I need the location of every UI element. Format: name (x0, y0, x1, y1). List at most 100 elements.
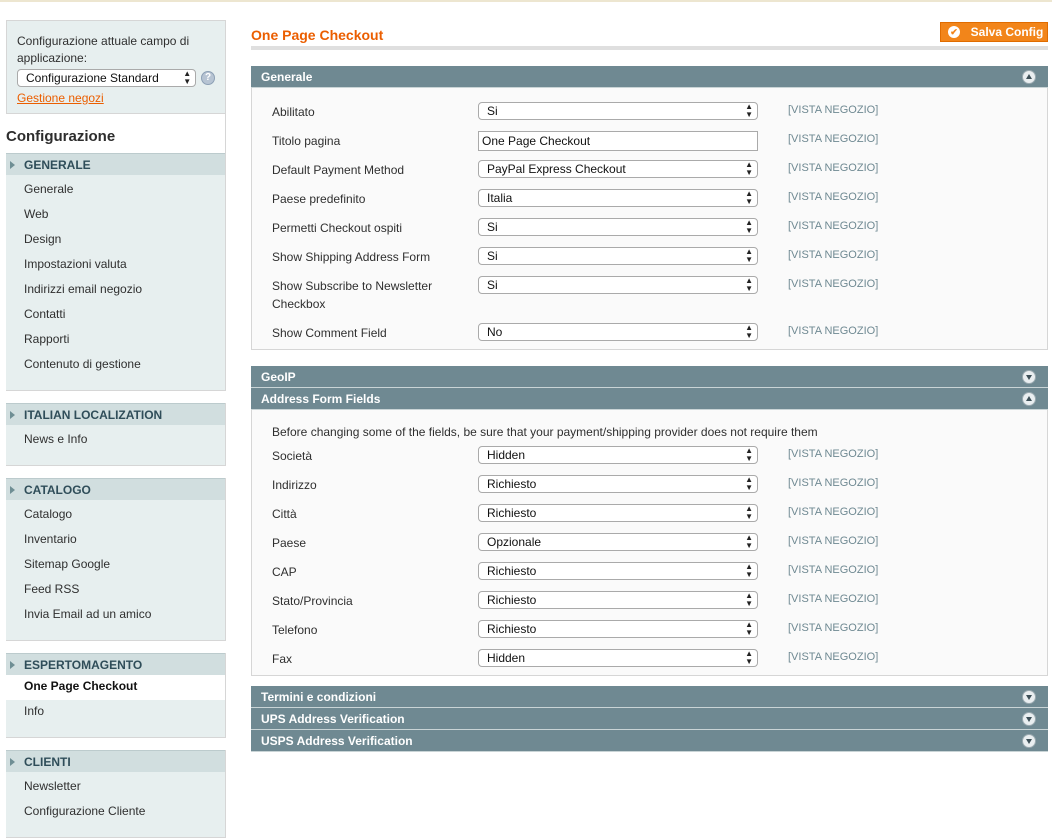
sidebar-item-design[interactable]: Design (6, 228, 225, 253)
field-label: CAP (272, 565, 297, 579)
field-label: Indirizzo (272, 478, 317, 492)
scope-select-value: Configurazione Standard (26, 71, 159, 85)
manage-stores-link[interactable]: Gestione negozi (17, 91, 104, 105)
select-value: Richiesto (487, 506, 537, 520)
sidebar-item-one-page-checkout[interactable]: One Page Checkout (6, 675, 225, 700)
company-select[interactable]: Hidden ▲ ▼ (478, 446, 758, 464)
select-arrows-icon: ▲ ▼ (745, 218, 753, 235)
sidebar-item-newsletter[interactable]: Newsletter (6, 775, 225, 800)
section-title: Generale (261, 70, 313, 84)
section-address-header[interactable]: Address Form Fields (251, 388, 1048, 410)
enabled-select[interactable]: Si ▲ ▼ (478, 102, 758, 120)
select-value: Si (487, 104, 498, 118)
select-value: Richiesto (487, 477, 537, 491)
sidebar-item-sitemap[interactable]: Sitemap Google (6, 553, 225, 578)
select-value: Si (487, 220, 498, 234)
select-arrows-icon: ▲ ▼ (745, 562, 753, 579)
shipping-address-form-select[interactable]: Si ▲ ▼ (478, 247, 758, 265)
field-label: Società (272, 449, 313, 463)
page-title: One Page Checkout (251, 27, 384, 43)
sidebar-item-currency[interactable]: Impostazioni valuta (6, 253, 225, 278)
collapse-icon[interactable] (1022, 392, 1036, 406)
section-title: UPS Address Verification (261, 712, 405, 726)
scope-tag: [VISTA NEGOZIO] (788, 535, 879, 547)
field-label: Paese predefinito (272, 192, 366, 206)
help-icon[interactable]: ? (201, 71, 215, 85)
page-title-input[interactable] (478, 131, 758, 151)
sidebar-item-customer-config[interactable]: Configurazione Cliente (6, 800, 225, 825)
fax-select[interactable]: Hidden ▲ ▼ (478, 649, 758, 667)
nav-heading[interactable]: ITALIAN LOCALIZATION (6, 403, 225, 425)
nav-heading[interactable]: GENERALE (6, 153, 225, 175)
section-title: Address Form Fields (261, 392, 381, 406)
scope-tag: [VISTA NEGOZIO] (788, 448, 879, 460)
expand-icon[interactable] (1022, 690, 1036, 704)
sidebar: Configurazione attuale campo di applicaz… (6, 20, 226, 838)
select-value: Opzionale (487, 535, 542, 549)
sidebar-item-web[interactable]: Web (6, 203, 225, 228)
sidebar-item-news-info[interactable]: News e Info (6, 428, 225, 453)
select-arrows-icon: ▲ ▼ (745, 446, 753, 463)
sidebar-item-inventory[interactable]: Inventario (6, 528, 225, 553)
collapse-icon[interactable] (1022, 70, 1036, 84)
phone-select[interactable]: Richiesto ▲ ▼ (478, 620, 758, 638)
sidebar-item-contacts[interactable]: Contatti (6, 303, 225, 328)
country-select[interactable]: Opzionale ▲ ▼ (478, 533, 758, 551)
section-generale-header[interactable]: Generale (251, 66, 1048, 88)
sidebar-item-store-emails[interactable]: Indirizzi email negozio (6, 278, 225, 303)
select-arrows-icon: ▲ ▼ (745, 504, 753, 521)
select-value: Si (487, 278, 498, 292)
comment-field-select[interactable]: No ▲ ▼ (478, 323, 758, 341)
select-value: Si (487, 249, 498, 263)
guest-checkout-select[interactable]: Si ▲ ▼ (478, 218, 758, 236)
scope-select[interactable]: Configurazione Standard ▲ ▼ (17, 69, 197, 87)
scope-tag: [VISTA NEGOZIO] (788, 622, 879, 634)
scope-tag: [VISTA NEGOZIO] (788, 506, 879, 518)
section-title: USPS Address Verification (261, 734, 413, 748)
nav-heading[interactable]: ESPERTOMAGENTO (6, 653, 225, 675)
nav-heading[interactable]: CATALOGO (6, 478, 225, 500)
zip-select[interactable]: Richiesto ▲ ▼ (478, 562, 758, 580)
sidebar-item-rss[interactable]: Feed RSS (6, 578, 225, 603)
select-value: Hidden (487, 448, 526, 462)
field-label: Telefono (272, 623, 318, 637)
nav-heading[interactable]: CLIENTI (6, 750, 225, 772)
newsletter-checkbox-select[interactable]: Si ▲ ▼ (478, 276, 758, 294)
expand-icon[interactable] (1022, 712, 1036, 726)
section-terms-header[interactable]: Termini e condizioni (251, 686, 1048, 708)
sidebar-item-generale[interactable]: Generale (6, 178, 225, 203)
field-label: Città (272, 507, 297, 521)
section-usps-header[interactable]: USPS Address Verification (251, 730, 1048, 752)
sidebar-item-content-management[interactable]: Contenuto di gestione (6, 353, 225, 378)
section-title: GeoIP (261, 370, 296, 384)
sidebar-item-catalog[interactable]: Catalogo (6, 503, 225, 528)
select-value: Hidden (487, 651, 526, 665)
select-arrows-icon: ▲ ▼ (745, 276, 753, 293)
save-config-button[interactable]: ✔ Salva Config (940, 22, 1048, 42)
expand-icon[interactable] (1022, 370, 1036, 384)
scope-tag: [VISTA NEGOZIO] (788, 133, 879, 145)
city-select[interactable]: Richiesto ▲ ▼ (478, 504, 758, 522)
section-geoip-header[interactable]: GeoIP (251, 366, 1048, 388)
default-payment-select[interactable]: PayPal Express Checkout ▲ ▼ (478, 160, 758, 178)
section-ups-header[interactable]: UPS Address Verification (251, 708, 1048, 730)
select-arrows-icon: ▲ ▼ (745, 475, 753, 492)
field-label: Default Payment Method (272, 163, 405, 177)
default-country-select[interactable]: Italia ▲ ▼ (478, 189, 758, 207)
expand-icon[interactable] (1022, 734, 1036, 748)
state-select[interactable]: Richiesto ▲ ▼ (478, 591, 758, 609)
section-address-body: Before changing some of the fields, be s… (251, 410, 1048, 676)
section-title: Termini e condizioni (261, 690, 377, 704)
select-arrows-icon: ▲ ▼ (745, 160, 753, 177)
sidebar-item-info[interactable]: Info (6, 700, 225, 725)
scope-tag: [VISTA NEGOZIO] (788, 325, 879, 337)
address-select[interactable]: Richiesto ▲ ▼ (478, 475, 758, 493)
field-label: Show Subscribe to Newsletter Checkbox (272, 279, 433, 311)
sidebar-item-reports[interactable]: Rapporti (6, 328, 225, 353)
field-label: Permetti Checkout ospiti (272, 221, 403, 235)
page-header: One Page Checkout ✔ Salva Config (251, 20, 1048, 50)
nav-group-clienti: CLIENTI Newsletter Configurazione Client… (6, 750, 226, 838)
sidebar-item-email-friend[interactable]: Invia Email ad un amico (6, 603, 225, 628)
nav-group-italian-localization: ITALIAN LOCALIZATION News e Info (6, 403, 226, 466)
select-value: Richiesto (487, 622, 537, 636)
